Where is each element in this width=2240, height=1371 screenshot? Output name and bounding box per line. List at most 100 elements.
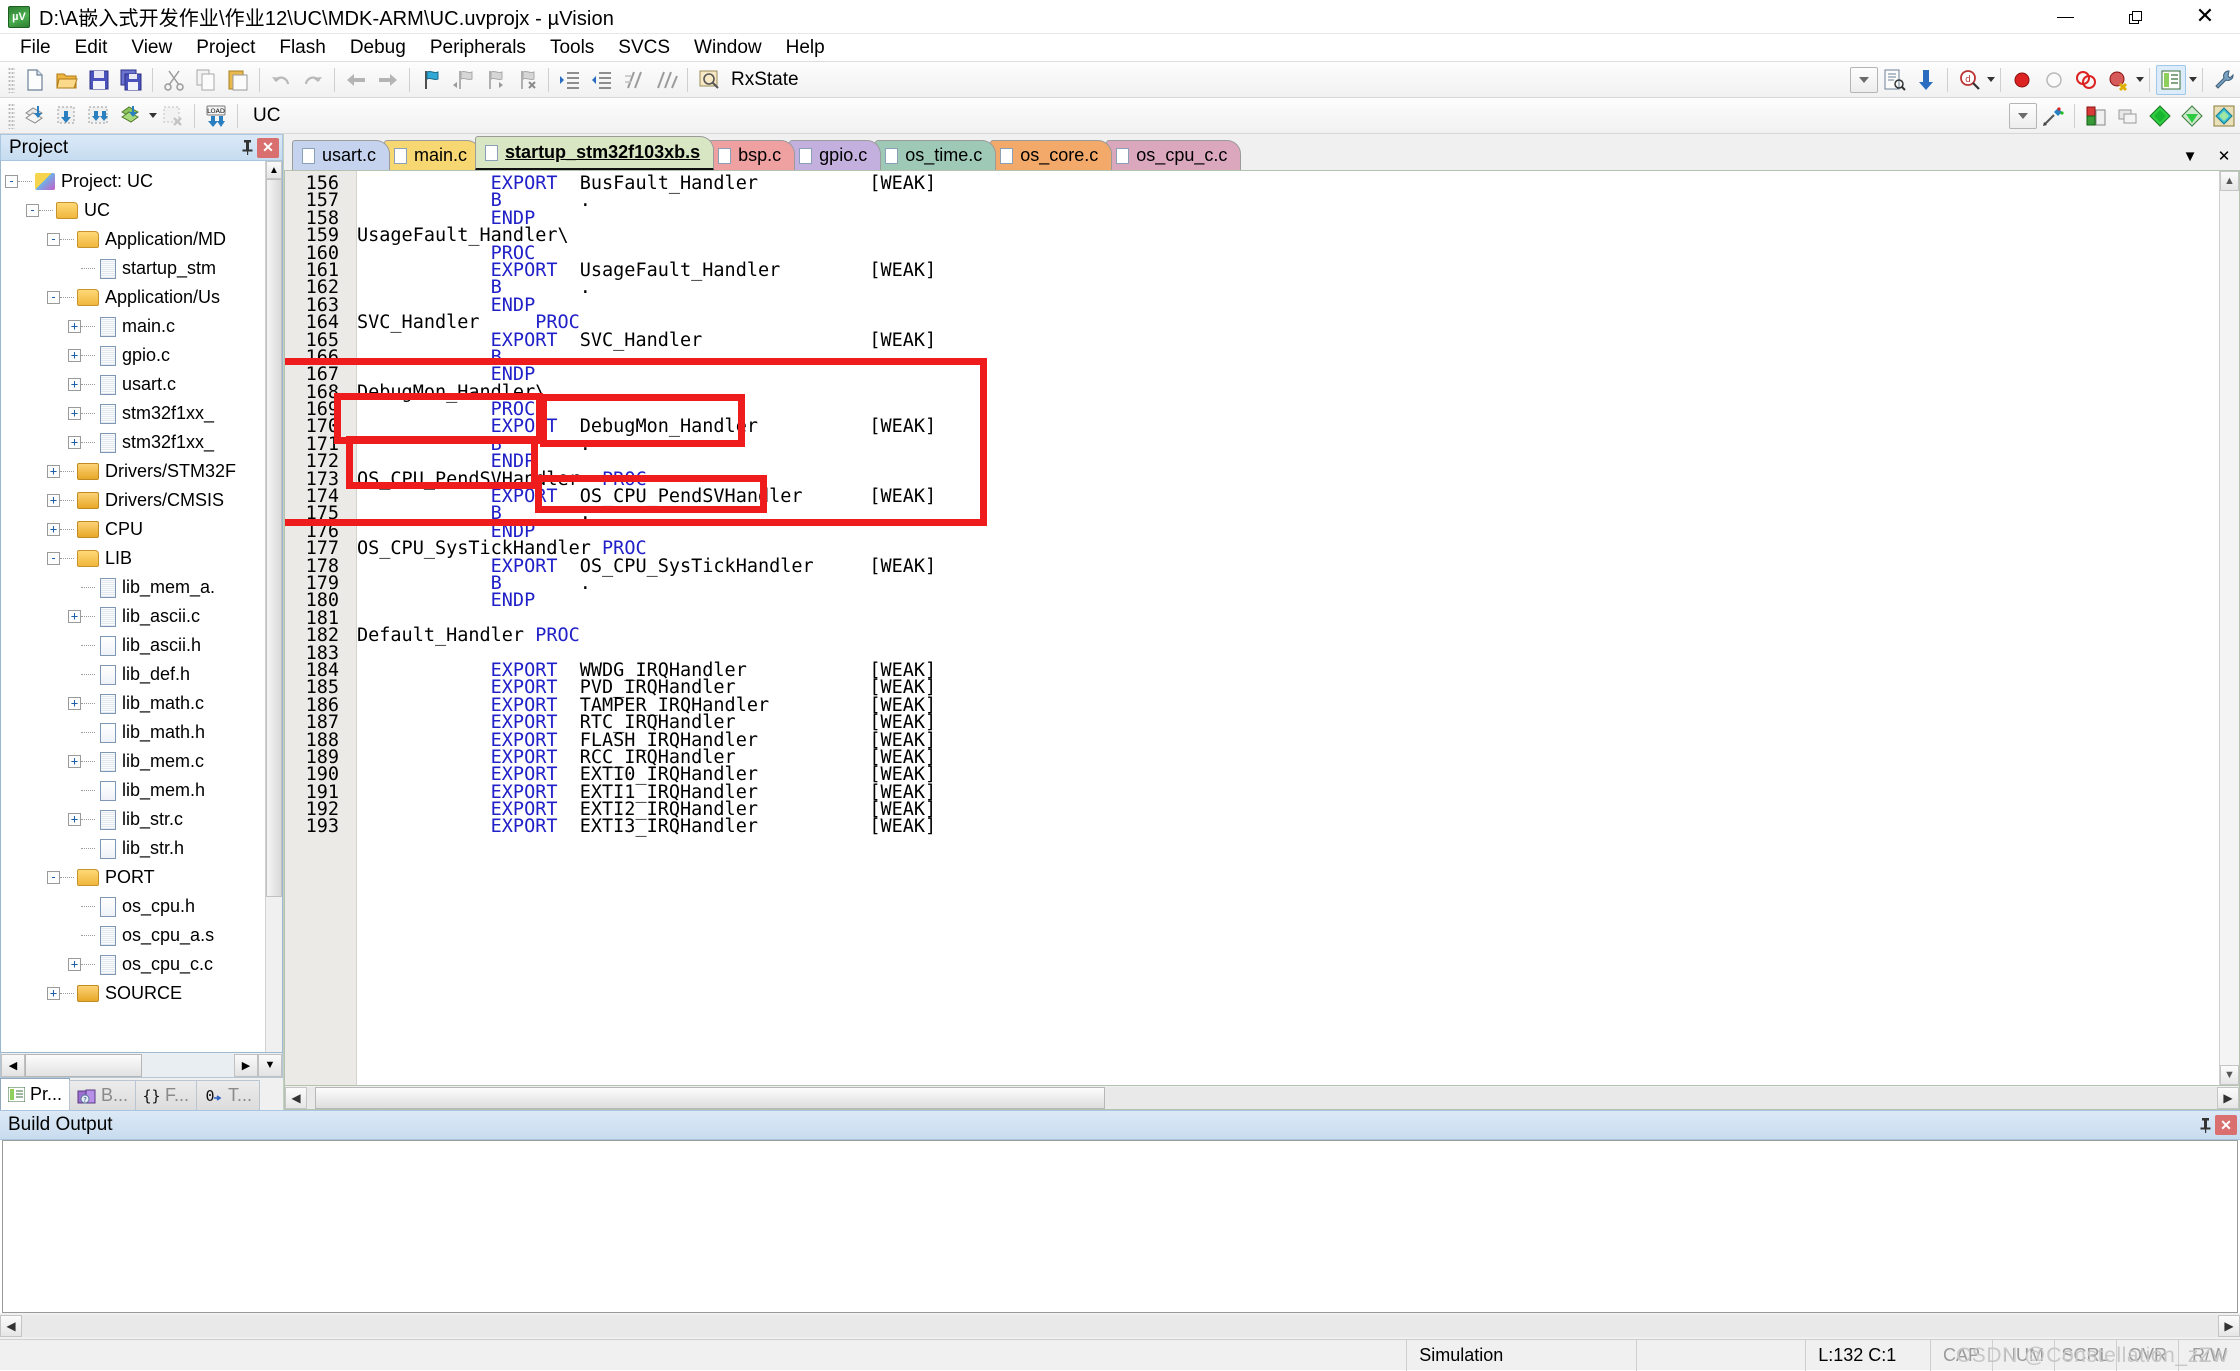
translate-icon[interactable] xyxy=(20,101,50,131)
editor-tab-usart-c[interactable]: usart.c xyxy=(292,140,391,170)
insert-breakpoint-icon[interactable] xyxy=(2007,65,2037,95)
kill-all-breakpoints-icon[interactable] xyxy=(2071,65,2101,95)
tree-item[interactable]: os_cpu_a.s xyxy=(5,921,265,950)
tree-item[interactable]: startup_stm xyxy=(5,254,265,283)
target-selector[interactable]: UC xyxy=(243,105,393,127)
collapse-toggle-icon[interactable]: - xyxy=(47,871,60,884)
expand-toggle-icon[interactable]: + xyxy=(47,523,60,536)
collapse-toggle-icon[interactable]: - xyxy=(26,204,39,217)
panel-tab-pr[interactable]: Pr... xyxy=(0,1078,71,1110)
expand-toggle-icon[interactable]: + xyxy=(47,465,60,478)
download-icon[interactable]: LOAD xyxy=(201,101,231,131)
code-line[interactable]: 158 ENDP xyxy=(285,209,2219,228)
cut-icon[interactable] xyxy=(159,65,189,95)
tree-item[interactable]: + stm32f1xx_ xyxy=(5,428,265,457)
manage-run-time-env-icon[interactable] xyxy=(2113,101,2143,131)
batch-build-icon[interactable] xyxy=(116,101,146,131)
menu-tools[interactable]: Tools xyxy=(538,34,606,62)
build-output-hscrollbar[interactable]: ◀ ▶ xyxy=(0,1313,2240,1339)
hscroll-right-arrow[interactable]: ▶ xyxy=(234,1053,258,1077)
menu-svcs[interactable]: SVCS xyxy=(606,34,682,62)
build-output-content[interactable] xyxy=(2,1140,2238,1313)
hscroll-track[interactable] xyxy=(307,1086,2217,1109)
code-line[interactable]: 162 B . xyxy=(285,278,2219,297)
editor-hscrollbar[interactable]: ◀ ▶ xyxy=(284,1086,2240,1110)
code-line[interactable]: 187 EXPORT RTC_IRQHandler [WEAK] xyxy=(285,713,2219,732)
configure-watch-icon[interactable] xyxy=(1879,65,1909,95)
editor-vscrollbar[interactable]: ▲ ▼ xyxy=(2219,171,2239,1085)
editor-tab-gpio-c[interactable]: gpio.c xyxy=(789,140,882,170)
tree-item[interactable]: + gpio.c xyxy=(5,341,265,370)
code-editor[interactable]: 156 EXPORT BusFault_Handler [WEAK] 157 B … xyxy=(284,170,2240,1086)
expand-toggle-icon[interactable]: + xyxy=(47,494,60,507)
editor-tab-os_cpu_c-c[interactable]: os_cpu_c.c xyxy=(1106,140,1242,170)
paste-icon[interactable] xyxy=(223,65,253,95)
breakpoints-dropdown-arrow[interactable] xyxy=(2136,77,2144,82)
tree-item[interactable]: + usart.c xyxy=(5,370,265,399)
expand-toggle-icon[interactable]: + xyxy=(47,987,60,1000)
find-dropdown-arrow[interactable] xyxy=(1987,77,1995,82)
tree-item[interactable]: + Drivers/CMSIS xyxy=(5,486,265,515)
bookmark-prev-icon[interactable] xyxy=(448,65,478,95)
editor-tab-startup_stm32f103xb-s[interactable]: startup_stm32f103xb.s xyxy=(475,136,715,170)
tree-item[interactable]: lib_mem_a. xyxy=(5,573,265,602)
tree-item[interactable]: lib_def.h xyxy=(5,660,265,689)
tree-item[interactable]: os_cpu.h xyxy=(5,892,265,921)
close-icon[interactable]: ✕ xyxy=(2214,146,2234,166)
pack-installer-icon[interactable] xyxy=(2145,101,2175,131)
code-line[interactable]: 166 B . xyxy=(285,348,2219,367)
undo-icon[interactable] xyxy=(266,65,296,95)
project-tree[interactable]: - Project: UC - UC - Application/MD startup_st… xyxy=(1,161,265,1052)
tree-item[interactable]: - Project: UC xyxy=(5,167,265,196)
navigate-back-icon[interactable] xyxy=(341,65,371,95)
code-line[interactable]: 180 ENDP xyxy=(285,591,2219,610)
code-line[interactable]: 175 B . xyxy=(285,504,2219,523)
window-layout-icon[interactable] xyxy=(2156,64,2186,95)
target-dropdown[interactable] xyxy=(2009,102,2037,129)
build-icon[interactable] xyxy=(52,101,82,131)
menu-project[interactable]: Project xyxy=(184,34,267,62)
copy-icon[interactable] xyxy=(191,65,221,95)
menu-peripherals[interactable]: Peripherals xyxy=(418,34,538,62)
uncomment-icon[interactable] xyxy=(651,65,681,95)
hscroll-thumb[interactable] xyxy=(25,1053,143,1077)
menu-view[interactable]: View xyxy=(119,34,184,62)
project-tree-hscrollbar[interactable]: ◀ ▶ ▼ xyxy=(0,1053,283,1078)
disable-all-breakpoints-icon[interactable] xyxy=(2103,65,2133,95)
scroll-down-arrow[interactable]: ▼ xyxy=(2220,1065,2239,1085)
new-file-icon[interactable] xyxy=(20,65,50,95)
expand-toggle-icon[interactable]: + xyxy=(68,697,81,710)
code-line[interactable]: 179 B . xyxy=(285,574,2219,593)
editor-tab-os_time-c[interactable]: os_time.c xyxy=(875,140,997,170)
code-line[interactable]: 177 OS_CPU_SysTickHandler PROC xyxy=(285,539,2219,558)
manage-project-items-icon[interactable] xyxy=(2081,101,2111,131)
collapse-toggle-icon[interactable]: - xyxy=(5,175,18,188)
code-line[interactable]: 157 B . xyxy=(285,191,2219,210)
save-icon[interactable] xyxy=(84,65,114,95)
rebuild-icon[interactable] xyxy=(84,101,114,131)
code-line[interactable]: 164 SVC_Handler PROC xyxy=(285,313,2219,332)
expand-toggle-icon[interactable]: + xyxy=(68,349,81,362)
watch-dropdown[interactable] xyxy=(1850,66,1878,93)
stop-build-icon[interactable] xyxy=(158,101,188,131)
code-line[interactable]: 193 EXPORT EXTI3_IRQHandler [WEAK] xyxy=(285,817,2219,836)
collapse-toggle-icon[interactable]: - xyxy=(47,233,60,246)
select-software-packs-icon[interactable] xyxy=(2177,101,2207,131)
expand-toggle-icon[interactable]: + xyxy=(68,958,81,971)
find-icon[interactable]: d xyxy=(1954,65,1984,95)
panel-tab-t[interactable]: 0 T... xyxy=(196,1080,261,1110)
hscroll-track[interactable] xyxy=(25,1053,234,1077)
hscroll-left-arrow[interactable]: ◀ xyxy=(0,1315,22,1337)
layout-dropdown-arrow[interactable] xyxy=(2189,77,2197,82)
tree-item[interactable]: + CPU xyxy=(5,515,265,544)
find-in-files-icon[interactable] xyxy=(694,65,724,95)
menu-window[interactable]: Window xyxy=(682,34,774,62)
tree-item[interactable]: - Application/Us xyxy=(5,283,265,312)
code-line[interactable]: 159 UsageFault_Handler\ xyxy=(285,226,2219,245)
code-line[interactable]: 167 ENDP xyxy=(285,365,2219,384)
editor-tab-bsp-c[interactable]: bsp.c xyxy=(708,140,796,170)
expand-toggle-icon[interactable]: + xyxy=(68,813,81,826)
hscroll-left-arrow[interactable]: ◀ xyxy=(285,1086,307,1109)
menu-edit[interactable]: Edit xyxy=(63,34,120,62)
close-icon[interactable]: ✕ xyxy=(257,137,279,158)
